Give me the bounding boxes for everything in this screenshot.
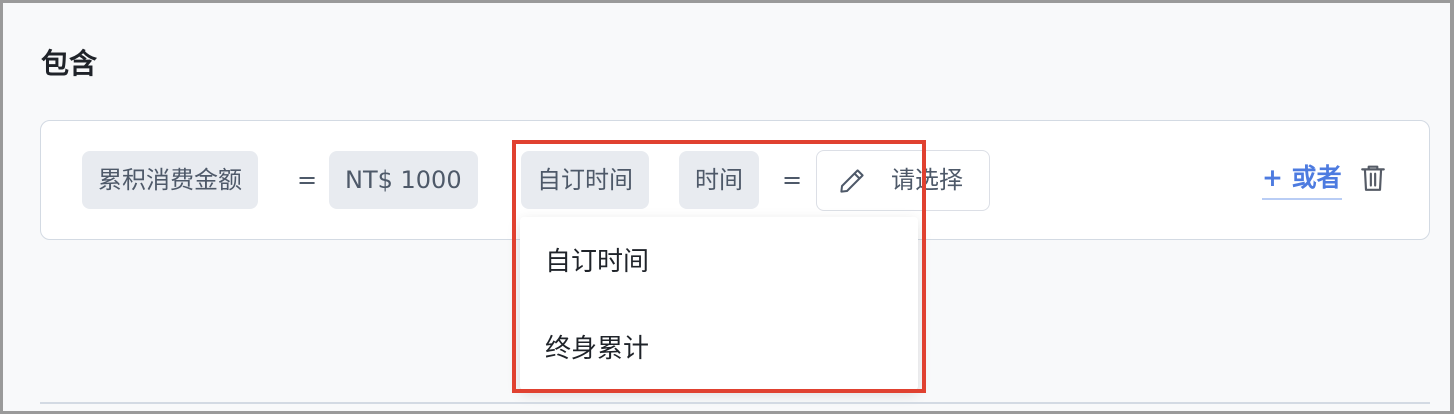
dropdown-option-lifetime[interactable]: 终身累计 — [545, 329, 649, 369]
equals-operator: = — [297, 166, 318, 194]
equals-operator-time: = — [782, 166, 803, 194]
time-mode-chip[interactable]: 自订时间 — [521, 151, 649, 209]
pencil-icon — [840, 169, 864, 193]
dropdown-option-custom-time[interactable]: 自订时间 — [545, 242, 649, 282]
select-placeholder: 请选择 — [891, 166, 963, 194]
metric-chip[interactable]: 累积消费金额 — [82, 151, 258, 209]
time-field-chip[interactable]: 时间 — [679, 151, 759, 209]
time-mode-dropdown: 自订时间 终身累计 — [520, 217, 918, 390]
add-or-button[interactable]: + 或者 — [1262, 158, 1342, 200]
trash-icon[interactable] — [1360, 164, 1386, 192]
section-title: 包含 — [41, 47, 98, 80]
time-value-select[interactable]: 请选择 — [816, 150, 990, 211]
divider — [40, 402, 1430, 404]
amount-chip[interactable]: NT$ 1000 — [329, 151, 478, 209]
